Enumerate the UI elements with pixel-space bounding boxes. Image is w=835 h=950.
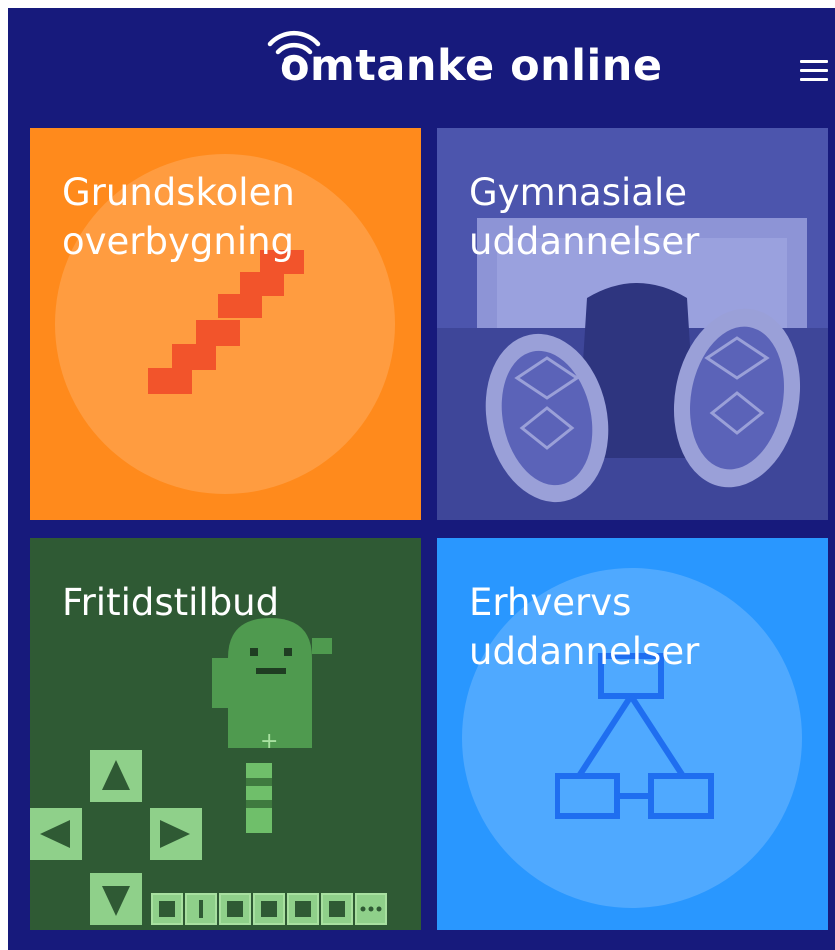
- logo-text: omtanke online: [280, 41, 663, 91]
- tile-grundskolen[interactable]: Grundskolen overbygning: [30, 128, 421, 520]
- tile-erhvervs[interactable]: Erhvervs uddannelser: [437, 538, 828, 930]
- flowchart-icon: [555, 653, 714, 819]
- staircase-icon: [148, 250, 304, 394]
- logo[interactable]: omtanke online: [8, 8, 835, 126]
- tile-gymnasiale[interactable]: Gymnasiale uddannelser: [437, 128, 828, 520]
- app-frame: omtanke online Grundskolen overbygning G…: [8, 8, 835, 950]
- header: omtanke online: [8, 8, 835, 126]
- tile-label: Gymnasiale uddannelser: [469, 171, 700, 263]
- tile-label: Grundskolen overbygning: [62, 171, 295, 263]
- svg-text:+: +: [260, 729, 278, 754]
- hamburger-menu-icon[interactable]: [800, 60, 830, 84]
- tile-label: Erhvervs uddannelser: [469, 581, 700, 673]
- tile-label: Fritidstilbud: [62, 581, 280, 624]
- tile-fritidstilbud[interactable]: + Fritidstilbud: [30, 538, 421, 930]
